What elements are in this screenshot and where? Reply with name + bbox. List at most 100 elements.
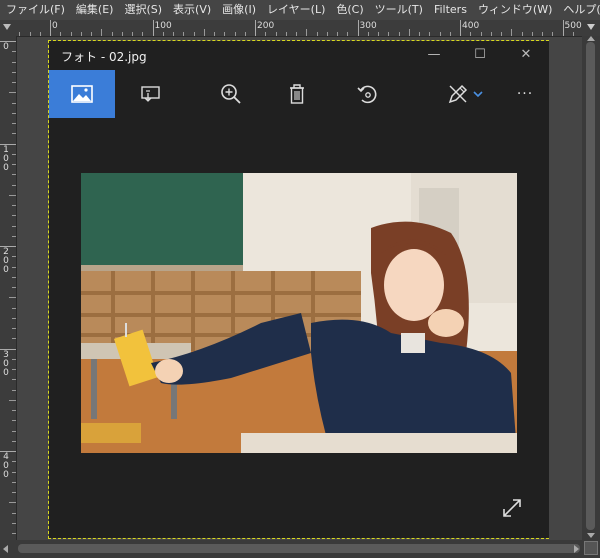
more-button[interactable]: ···	[505, 70, 545, 118]
ruler-tick	[398, 32, 400, 36]
minimize-button[interactable]: —	[419, 44, 449, 66]
ruler-tick	[91, 32, 92, 36]
scroll-thumb[interactable]	[18, 544, 580, 553]
navigate-button[interactable]	[582, 20, 600, 36]
menu-edit[interactable]: 編集(E)	[70, 0, 119, 20]
ruler-tick	[12, 256, 16, 258]
ruler-tick	[572, 32, 574, 36]
delete-button[interactable]	[264, 70, 330, 118]
ruler-tick	[378, 32, 379, 36]
menu-tools[interactable]: ツール(T)	[369, 0, 428, 20]
ruler-tick	[12, 328, 16, 329]
ruler-tick	[12, 123, 16, 124]
menu-layer[interactable]: レイヤー(L)	[261, 0, 330, 20]
ruler-tick	[12, 481, 16, 483]
ruler-tick	[9, 194, 16, 196]
image-view-button[interactable]	[49, 70, 115, 118]
ruler-tick	[12, 389, 16, 391]
ruler-tick	[429, 32, 431, 36]
ruler-tick	[234, 32, 236, 36]
scroll-thumb[interactable]	[586, 42, 595, 530]
ruler-tick	[12, 71, 16, 73]
ruler-tick	[12, 317, 16, 319]
ruler-tick	[12, 307, 16, 309]
ruler-tick	[183, 32, 185, 36]
ruler-tick	[12, 276, 16, 278]
ruler-tick	[12, 492, 16, 493]
ruler-tick	[12, 471, 16, 473]
ruler-tick	[12, 266, 16, 268]
more-icon: ···	[516, 86, 534, 102]
horizontal-ruler[interactable]: 0 100 200 300 400 500	[16, 20, 582, 37]
ruler-label: 0	[52, 21, 58, 31]
close-button[interactable]: ✕	[511, 44, 541, 66]
photo-display[interactable]	[81, 173, 517, 453]
ruler-tick	[60, 32, 62, 36]
menu-filters[interactable]: Filters	[428, 0, 472, 20]
ruler-tick	[521, 32, 523, 36]
ruler-tick	[306, 29, 308, 36]
ruler-tick	[439, 32, 441, 36]
zoom-in-icon	[221, 84, 241, 104]
menu-windows[interactable]: ウィンドウ(W)	[472, 0, 557, 20]
ruler-tick	[449, 32, 451, 36]
rotate-icon	[357, 85, 377, 104]
ruler-tick	[162, 32, 164, 36]
ruler-tick	[326, 32, 328, 36]
ruler-label: 200	[257, 21, 275, 31]
scroll-right-icon[interactable]	[574, 545, 579, 553]
scroll-down-icon[interactable]	[587, 533, 595, 538]
zoom-fit-button[interactable]	[584, 541, 598, 555]
ruler-tick	[275, 32, 277, 36]
ruler-label: 200	[3, 247, 9, 275]
scroll-up-icon[interactable]	[587, 36, 595, 41]
scroll-left-icon[interactable]	[3, 545, 8, 553]
ruler-tick	[12, 410, 16, 411]
photos-toolbar: ···	[49, 70, 549, 118]
ruler-tick	[142, 32, 144, 36]
edit-draw-button[interactable]	[437, 70, 493, 118]
zoom-button[interactable]	[198, 70, 264, 118]
menu-view[interactable]: 表示(V)	[167, 0, 216, 20]
ruler-corner[interactable]	[0, 20, 16, 36]
horizontal-scrollbar[interactable]	[0, 540, 600, 558]
ruler-tick	[12, 379, 16, 381]
fullscreen-button[interactable]	[496, 492, 528, 524]
ruler-tick	[12, 369, 16, 370]
ruler-tick	[511, 29, 513, 36]
ruler-tick	[173, 32, 174, 36]
ruler-tick	[12, 512, 16, 514]
ruler-tick	[12, 184, 16, 186]
ruler-tick	[39, 32, 41, 36]
slideshow-icon	[141, 86, 160, 102]
ruler-label: 100	[3, 144, 9, 173]
ruler-tick	[19, 32, 21, 36]
rotate-button[interactable]	[334, 70, 400, 118]
chevron-down-icon	[587, 24, 595, 30]
ruler-tick	[9, 502, 16, 504]
menu-colors[interactable]: 色(C)	[330, 0, 368, 20]
ruler-tick	[357, 20, 359, 36]
ruler-tick	[12, 235, 16, 237]
ruler-tick	[316, 32, 318, 36]
ruler-tick	[337, 32, 338, 36]
photos-app-window: フォト - 02.jpg — ☐ ✕ ···	[49, 41, 549, 538]
expand-icon	[503, 499, 521, 517]
menu-image[interactable]: 画像(I)	[216, 0, 261, 20]
menu-help[interactable]: ヘルプ(H)	[557, 0, 600, 20]
ruler-label: 100	[154, 21, 172, 31]
menu-select[interactable]: 選択(S)	[118, 0, 167, 20]
ruler-tick	[12, 338, 16, 340]
maximize-button[interactable]: ☐	[465, 44, 495, 66]
ruler-tick	[12, 430, 16, 432]
chevron-down-icon	[3, 24, 11, 30]
slideshow-button[interactable]	[117, 70, 183, 118]
ruler-tick	[203, 29, 205, 36]
ruler-tick	[12, 533, 16, 534]
ruler-tick	[132, 32, 133, 36]
vertical-ruler[interactable]: 0 100 200 300 400	[0, 36, 17, 540]
menu-file[interactable]: ファイル(F)	[0, 0, 70, 20]
vertical-scrollbar[interactable]	[582, 36, 600, 540]
ruler-tick	[470, 32, 472, 36]
ruler-tick	[347, 32, 349, 36]
